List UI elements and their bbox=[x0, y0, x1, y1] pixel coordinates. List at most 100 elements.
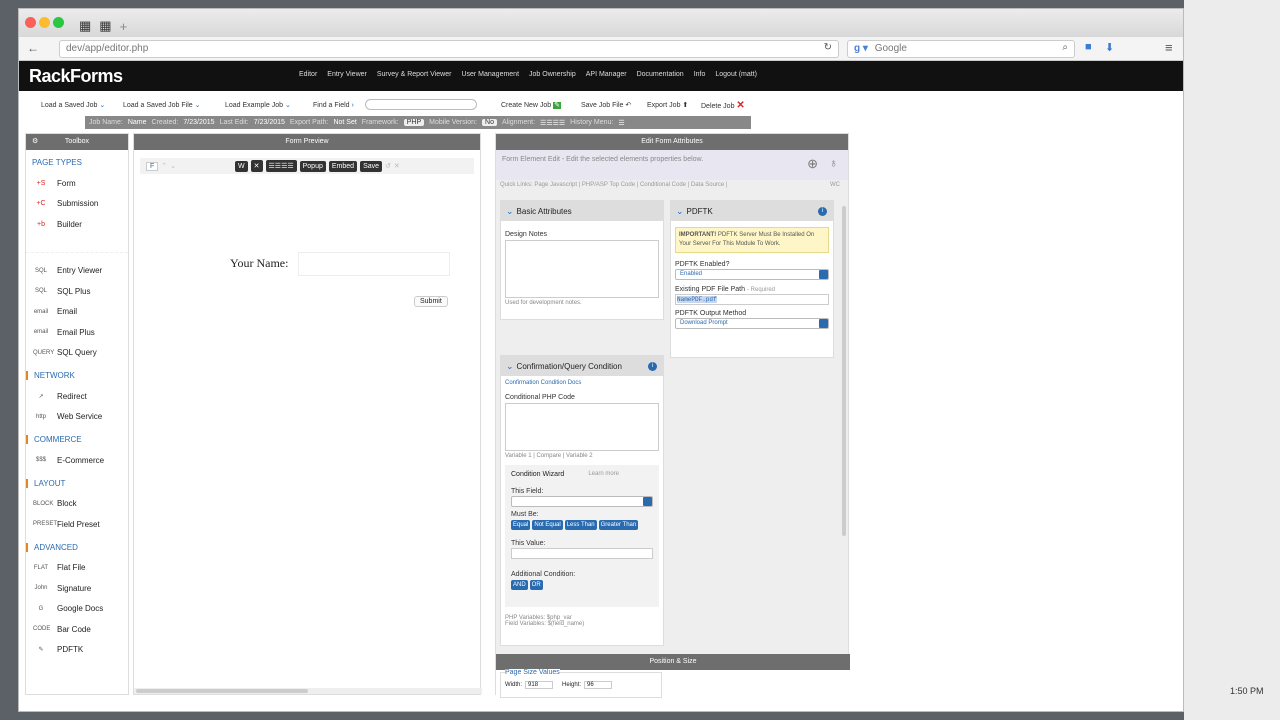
toolbox-item[interactable]: email Email bbox=[26, 302, 128, 323]
logic-button[interactable]: OR bbox=[529, 580, 543, 590]
maximize-window-button[interactable] bbox=[53, 17, 64, 28]
quick-links[interactable]: Quick Links: Page Javascript | PHP/ASP T… bbox=[496, 180, 848, 192]
undo-icon[interactable]: ↺ bbox=[385, 162, 391, 170]
search-icon[interactable]: ⌕ bbox=[1062, 42, 1068, 53]
confirmation-header[interactable]: ⌄ Confirmation/Query Condition i bbox=[501, 356, 663, 376]
nav-link[interactable]: Info bbox=[694, 71, 706, 78]
your-name-input[interactable] bbox=[298, 252, 450, 276]
toolbox-item[interactable]: PRESET Field Preset bbox=[26, 514, 128, 535]
load-saved-job-file-link[interactable]: Load a Saved Job File ⌄ bbox=[123, 101, 201, 109]
save-button[interactable]: Save bbox=[360, 160, 383, 172]
font-button[interactable]: F bbox=[146, 161, 159, 171]
conditional-code-textarea[interactable] bbox=[505, 403, 659, 451]
design-notes-textarea[interactable] bbox=[505, 240, 659, 298]
nav-link[interactable]: User Management bbox=[461, 71, 519, 78]
submit-button[interactable]: Submit bbox=[414, 296, 448, 307]
nav-link[interactable]: Survey & Report Viewer bbox=[377, 71, 452, 78]
nav-link[interactable]: Logout (matt) bbox=[715, 71, 757, 78]
toolbox-item[interactable]: $$$ E-Commerce bbox=[26, 450, 128, 471]
compare-button[interactable]: Greater Than bbox=[598, 520, 639, 530]
compare-button[interactable]: Less Than bbox=[564, 520, 597, 530]
gear-icon[interactable]: ⚙ bbox=[32, 134, 38, 150]
create-new-job-link[interactable]: Create New Job ✎ bbox=[501, 101, 562, 109]
compare-button[interactable]: Not Equal bbox=[532, 520, 563, 530]
learn-more-link[interactable]: Learn more bbox=[588, 471, 619, 478]
history-menu-icon[interactable]: ☰ bbox=[618, 119, 624, 127]
nav-link[interactable]: Job Ownership bbox=[529, 71, 576, 78]
width-input[interactable]: 918 bbox=[525, 681, 554, 689]
toolbox-item-icon: SQL bbox=[34, 288, 47, 295]
toolbox-item[interactable]: QUERY SQL Query bbox=[26, 343, 128, 364]
toolbox-item[interactable]: http Web Service bbox=[26, 407, 128, 428]
align-icons[interactable]: ☰☰☰☰ bbox=[265, 160, 297, 172]
toolbox-item[interactable]: CODE Bar Code bbox=[26, 619, 128, 640]
find-field-input[interactable] bbox=[365, 99, 477, 110]
this-field-select[interactable] bbox=[511, 496, 653, 507]
save-job-file-link[interactable]: Save Job File ↶ bbox=[581, 101, 631, 109]
mobile-select[interactable]: No bbox=[482, 119, 497, 126]
joomla-icon[interactable]: ✕ bbox=[250, 160, 263, 172]
toolbox-item[interactable]: SQL SQL Plus bbox=[26, 281, 128, 302]
basic-attributes-header[interactable]: ⌄ Basic Attributes bbox=[501, 201, 663, 221]
toolbox-item[interactable]: email Email Plus bbox=[26, 322, 128, 343]
popup-button[interactable]: Popup bbox=[299, 160, 326, 172]
toolbox-item-label: Entry Viewer bbox=[57, 266, 103, 276]
delete-job-link[interactable]: Delete Job ✕ bbox=[701, 100, 745, 111]
compare-button[interactable]: Equal bbox=[511, 520, 531, 530]
pdftk-header[interactable]: ⌄ PDFTK i bbox=[671, 201, 833, 221]
close-window-button[interactable] bbox=[25, 17, 36, 28]
arrow-down-icon[interactable]: ⌄ bbox=[170, 162, 176, 170]
vertical-scrollbar[interactable] bbox=[842, 206, 846, 536]
toolbox-item[interactable]: ↗ Redirect bbox=[26, 386, 128, 407]
toolbox-item[interactable]: BLOCK Block bbox=[26, 494, 128, 515]
download-icon[interactable]: ⬇ bbox=[1105, 41, 1114, 54]
wordpress-icon[interactable]: W bbox=[235, 160, 248, 172]
this-value-input[interactable] bbox=[511, 548, 653, 559]
nav-link[interactable]: Documentation bbox=[637, 71, 684, 78]
load-example-job-link[interactable]: Load Example Job ⌄ bbox=[225, 101, 291, 109]
logic-button[interactable]: AND bbox=[511, 580, 528, 590]
menu-icon[interactable]: ≡ bbox=[1165, 40, 1173, 55]
toolbox-item[interactable]: SQL Entry Viewer bbox=[26, 261, 128, 282]
url-bar[interactable]: dev/app/editor.php ↻ bbox=[59, 40, 839, 58]
search-bar[interactable]: g ▾ Google ⌕ bbox=[847, 40, 1075, 58]
alignment-icons[interactable]: ☰☰☰☰ bbox=[540, 119, 565, 127]
info-icon[interactable]: i bbox=[648, 362, 657, 371]
confirmation-docs-link[interactable]: Confirmation Condition Docs bbox=[505, 380, 663, 386]
reload-icon[interactable]: ↻ bbox=[824, 42, 832, 53]
edit-attributes-title: Edit Form Attributes bbox=[496, 134, 848, 150]
help-icon[interactable]: ⊕ bbox=[807, 156, 818, 172]
framework-select[interactable]: PHP bbox=[403, 119, 425, 126]
toolbox-item[interactable]: FLAT Flat File bbox=[26, 558, 128, 579]
toolbox-item[interactable]: +S Form bbox=[26, 173, 128, 194]
toolbox-item[interactable]: John Signature bbox=[26, 578, 128, 599]
toolbox-item[interactable]: ✎ PDFTK bbox=[26, 640, 128, 661]
minimize-window-button[interactable] bbox=[39, 17, 50, 28]
nav-link[interactable]: Entry Viewer bbox=[327, 71, 367, 78]
height-input[interactable]: 96 bbox=[584, 681, 613, 689]
bookmark-icon[interactable]: ■ bbox=[1085, 41, 1092, 53]
load-saved-job-link[interactable]: Load a Saved Job ⌄ bbox=[41, 101, 105, 109]
toolbox-item[interactable]: +C Submission bbox=[26, 194, 128, 215]
toolbox-item[interactable]: G Google Docs bbox=[26, 599, 128, 620]
export-job-link[interactable]: Export Job ⬆ bbox=[647, 101, 688, 109]
microphone-icon[interactable]: ♁ bbox=[829, 156, 838, 170]
nav-link[interactable]: API Manager bbox=[586, 71, 627, 78]
toolbox-item[interactable]: +b Builder bbox=[26, 214, 128, 235]
tab-icon[interactable]: ▦ bbox=[79, 18, 91, 34]
embed-button[interactable]: Embed bbox=[328, 160, 358, 172]
pdf-path-input[interactable]: NamePDF.pdf bbox=[675, 294, 829, 305]
nav-link[interactable]: Editor bbox=[299, 71, 317, 78]
tab-icon[interactable]: ▦ bbox=[99, 18, 111, 34]
arrow-up-icon[interactable]: ⌃ bbox=[161, 162, 167, 170]
info-icon[interactable]: i bbox=[818, 207, 827, 216]
new-tab-icon[interactable]: + bbox=[120, 19, 128, 34]
toolbox-item-label: SQL Plus bbox=[57, 286, 91, 296]
top-nav: Editor Entry Viewer Survey & Report Viewer… bbox=[299, 71, 757, 78]
browser-tabs[interactable]: ▦ ▦ + bbox=[75, 15, 127, 37]
close-icon[interactable]: ✕ bbox=[394, 162, 400, 170]
pdftk-output-select[interactable]: Download Prompt bbox=[675, 318, 829, 329]
back-icon[interactable]: ← bbox=[27, 41, 39, 55]
horizontal-scrollbar[interactable] bbox=[134, 688, 482, 694]
pdftk-enabled-select[interactable]: Enabled bbox=[675, 269, 829, 280]
